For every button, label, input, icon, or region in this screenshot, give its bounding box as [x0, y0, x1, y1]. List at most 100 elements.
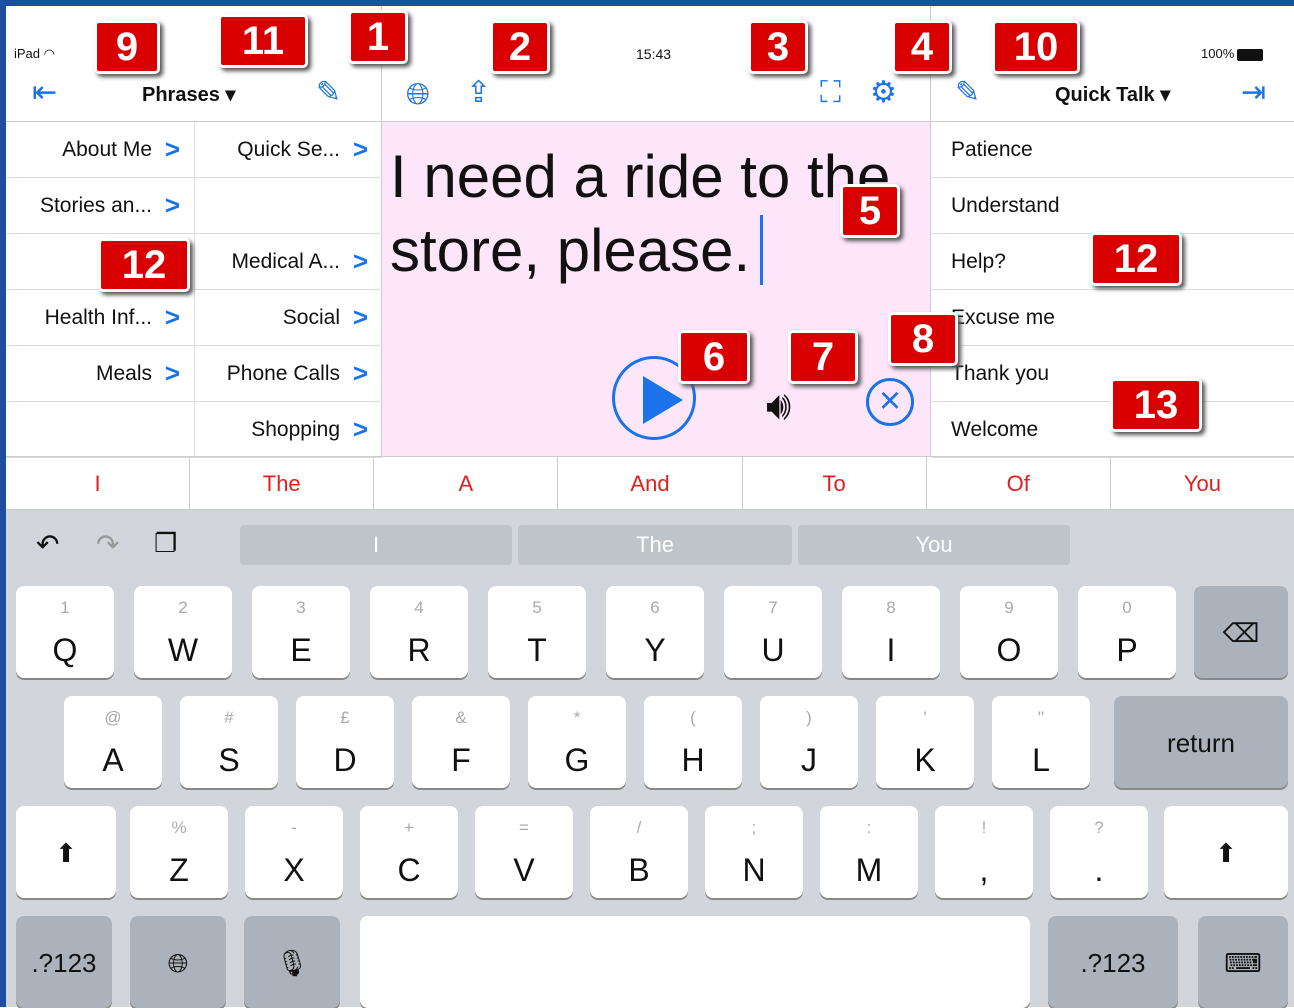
key-k[interactable]: ' K [876, 696, 974, 788]
key-m[interactable]: :M [820, 806, 918, 898]
key-e[interactable]: 3E [252, 586, 350, 678]
collapse-left-icon[interactable]: ⇤ [32, 78, 57, 108]
key-hint: * [573, 708, 581, 727]
shift-key[interactable]: ⬆ [16, 806, 116, 898]
key-label: Z [169, 852, 189, 888]
key-y[interactable]: 6Y [606, 586, 704, 678]
keyboard-suggestion[interactable]: The [518, 525, 792, 565]
key-period[interactable]: ?. [1050, 806, 1148, 898]
prediction-word[interactable]: To [743, 457, 927, 509]
phrase-cell-medical[interactable]: Medical A... > [194, 234, 382, 290]
key-n[interactable]: ; N [705, 806, 803, 898]
phrase-cell-social[interactable]: Social > [194, 290, 382, 346]
list-item[interactable]: Patience [931, 122, 1294, 178]
key-hint: : [866, 818, 872, 837]
dismiss-keyboard-key[interactable]: ⌨ [1198, 916, 1288, 1008]
key-f[interactable]: & F [412, 696, 510, 788]
key-label: Q [52, 632, 78, 668]
key-x[interactable]: -X [245, 806, 343, 898]
globe-key[interactable]: 🌐︎ [130, 916, 226, 1008]
key-j[interactable]: ) J [760, 696, 858, 788]
key-g[interactable]: * G [528, 696, 626, 788]
key-hint: @ [104, 708, 122, 727]
key-t[interactable]: 5T [488, 586, 586, 678]
clear-button[interactable]: × [866, 378, 914, 426]
phrase-cell-stories[interactable]: Stories an... > [6, 178, 194, 234]
phrases-panel: ⇤ Phrases ▾ ✎ About Me > Quick Se... > Sto… [6, 6, 382, 458]
key-b[interactable]: / B [590, 806, 688, 898]
speaker-icon[interactable]: 🔊︎ [766, 384, 791, 429]
key-u[interactable]: 7U [724, 586, 822, 678]
message-text[interactable]: I need a ride to the store, please. [390, 140, 910, 288]
key-p[interactable]: 0P [1078, 586, 1176, 678]
prediction-word[interactable]: Of [927, 457, 1111, 509]
key-s[interactable]: # S [180, 696, 278, 788]
key-hint: / [636, 818, 642, 837]
key-hint: 7 [768, 598, 778, 617]
quick-talk-title[interactable]: Quick Talk ▾ [1055, 82, 1170, 107]
redo-icon[interactable]: ↷ [96, 528, 119, 561]
phrase-cell-shopping[interactable]: Shopping > [194, 402, 382, 458]
numbers-key[interactable]: .?123 [16, 916, 112, 1008]
key-d[interactable]: £ D [296, 696, 394, 788]
phrase-cell-about-me[interactable]: About Me > [6, 122, 194, 178]
list-item[interactable]: Excuse me [931, 290, 1294, 346]
phrase-cell-health[interactable]: Health Inf... > [6, 290, 194, 346]
numbers-key[interactable]: .?123 [1048, 916, 1178, 1008]
keyboard-suggestion[interactable]: I [240, 525, 512, 565]
prediction-word[interactable]: A [374, 457, 559, 509]
annotation-badge: 4 [892, 20, 952, 74]
backspace-key[interactable]: ⌫ [1194, 586, 1288, 678]
globe-icon[interactable]: 🌐︎ [406, 80, 430, 110]
phrases-title[interactable]: Phrases ▾ [142, 82, 235, 107]
chevron-right-icon: > [352, 358, 368, 388]
key-w[interactable]: 2W [134, 586, 232, 678]
key-hint: 1 [60, 598, 70, 617]
key-label: A [102, 742, 124, 778]
key-label: V [513, 852, 535, 888]
key-l[interactable]: " L [992, 696, 1090, 788]
return-key[interactable]: return [1114, 696, 1288, 788]
key-hint: 0 [1122, 598, 1132, 617]
collapse-right-icon[interactable]: ⇥ [1241, 78, 1266, 108]
key-c[interactable]: + C [360, 806, 458, 898]
annotation-badge: 8 [888, 312, 958, 366]
edit-pencil-icon[interactable]: ✎ [316, 78, 341, 108]
fullscreen-icon[interactable]: ⛶ [820, 78, 841, 108]
chevron-right-icon: > [164, 134, 180, 164]
microphone-key[interactable]: 🎙︎ [244, 916, 340, 1008]
key-r[interactable]: 4R [370, 586, 468, 678]
key-z[interactable]: % Z [130, 806, 228, 898]
key-h[interactable]: (H [644, 696, 742, 788]
annotation-badge: 3 [748, 20, 808, 74]
message-area[interactable]: I need a ride to the store, please. 🔊︎ × [382, 122, 930, 456]
key-label: ⌨ [1224, 948, 1262, 978]
share-icon[interactable]: ⇪ [466, 78, 491, 108]
prediction-word[interactable]: You [1111, 457, 1294, 509]
key-label: .?123 [1080, 948, 1146, 978]
prediction-word[interactable]: And [558, 457, 743, 509]
prediction-word[interactable]: The [190, 457, 375, 509]
annotation-badge: 6 [678, 330, 750, 384]
key-q[interactable]: 1Q [16, 586, 114, 678]
gear-icon[interactable]: ⚙ [870, 78, 897, 108]
edit-pencil-icon[interactable]: ✎ [955, 78, 980, 108]
key-label: H [681, 742, 705, 778]
phrase-cell-meals[interactable]: Meals > [6, 346, 194, 402]
prediction-word[interactable]: I [6, 457, 191, 509]
key-label: I [886, 632, 896, 668]
key-comma[interactable]: !, [935, 806, 1033, 898]
phrase-cell-phone-calls[interactable]: Phone Calls > [194, 346, 382, 402]
key-o[interactable]: 9O [960, 586, 1058, 678]
space-key[interactable] [360, 916, 1030, 1008]
key-v[interactable]: = V [475, 806, 573, 898]
undo-icon[interactable]: ↶ [36, 528, 59, 561]
keyboard-suggestion[interactable]: You [798, 525, 1070, 565]
key-a[interactable]: @ A [64, 696, 162, 788]
key-i[interactable]: 8I [842, 586, 940, 678]
shift-key[interactable]: ⬆ [1164, 806, 1288, 898]
list-item[interactable]: Understand [931, 178, 1294, 234]
key-hint: = [519, 818, 529, 837]
paste-icon[interactable]: ❐ [154, 528, 177, 559]
phrase-cell-quick-se[interactable]: Quick Se... > [194, 122, 382, 178]
